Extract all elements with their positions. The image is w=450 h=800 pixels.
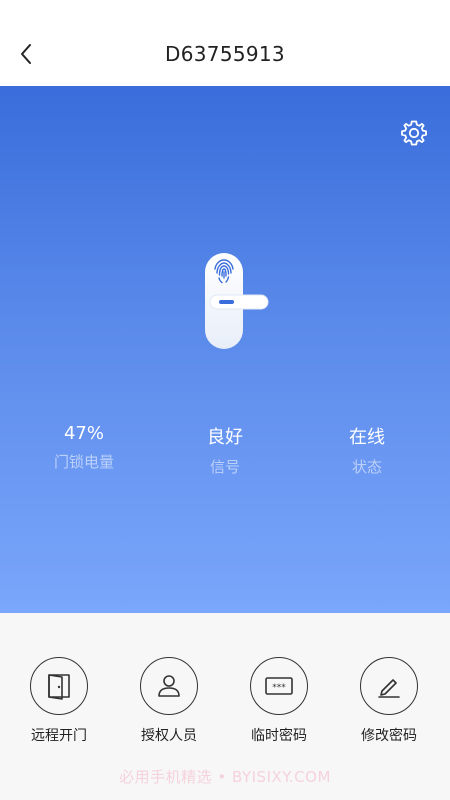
remote-unlock-label: 远程开门 bbox=[31, 728, 87, 744]
battery-label: 门锁电量 bbox=[53, 453, 114, 471]
header: D63755913 bbox=[0, 0, 450, 86]
authorized-users-label: 授权人员 bbox=[141, 728, 197, 744]
signal-value: 良好 bbox=[207, 427, 243, 448]
gear-icon bbox=[401, 120, 427, 146]
door-lock-illustration bbox=[205, 253, 269, 349]
battery-stat: 47% 门锁电量 bbox=[9, 423, 159, 477]
temp-password-label: 临时密码 bbox=[251, 728, 307, 744]
signal-label: 信号 bbox=[209, 458, 240, 476]
door-icon bbox=[48, 674, 70, 700]
password-icon: *** bbox=[265, 677, 293, 695]
battery-value: 47% bbox=[63, 423, 104, 444]
status-stat: 在线 状态 bbox=[292, 423, 442, 477]
page-title: D63755913 bbox=[165, 42, 285, 66]
settings-button[interactable] bbox=[400, 119, 428, 147]
signal-stat: 良好 信号 bbox=[150, 423, 300, 477]
temp-password-button[interactable]: *** 临时密码 bbox=[234, 657, 324, 745]
svg-text:***: *** bbox=[272, 683, 286, 693]
user-icon bbox=[158, 675, 180, 697]
change-password-label: 修改密码 bbox=[361, 728, 417, 744]
lock-stats: 47% 门锁电量 良好 信号 在线 状态 bbox=[0, 423, 450, 477]
change-password-button[interactable]: 修改密码 bbox=[344, 657, 434, 745]
remote-unlock-button[interactable]: 远程开门 bbox=[14, 657, 104, 745]
authorized-users-button[interactable]: 授权人员 bbox=[124, 657, 214, 745]
lock-status-panel: 47% 门锁电量 良好 信号 在线 状态 bbox=[0, 86, 450, 613]
edit-icon bbox=[378, 679, 400, 698]
status-value: 在线 bbox=[349, 427, 385, 448]
status-label: 状态 bbox=[351, 458, 382, 476]
watermark: 必用手机精选 • BYISIXY.COM bbox=[119, 768, 331, 786]
